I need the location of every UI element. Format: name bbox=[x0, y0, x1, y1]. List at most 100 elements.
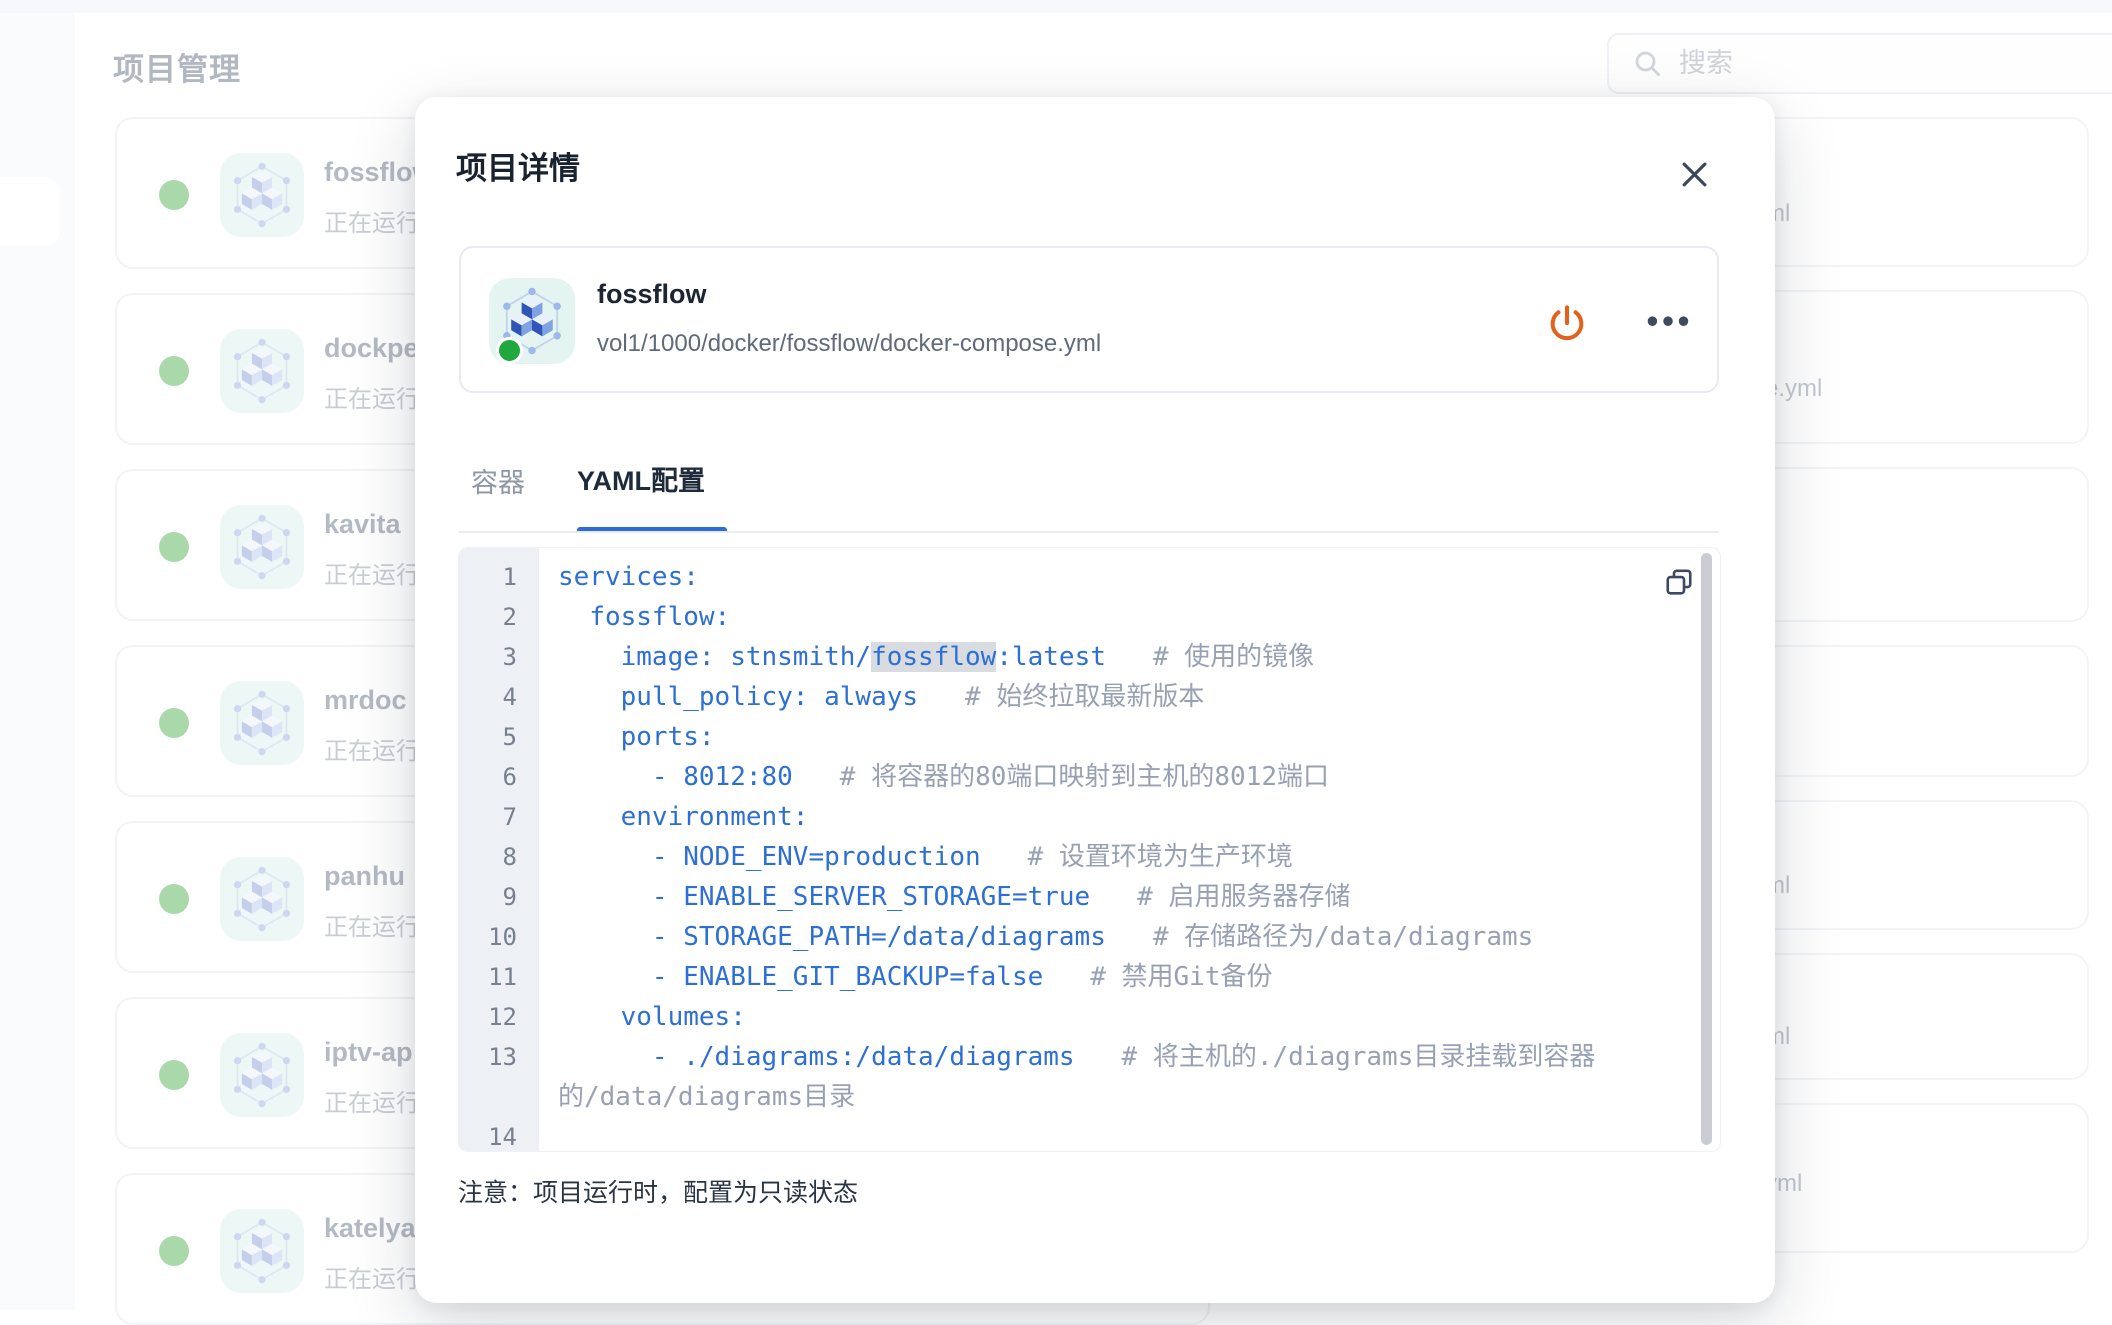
line-content: environment: bbox=[558, 797, 1608, 837]
project-name: kavita bbox=[324, 509, 401, 540]
code-line: 4 pull_policy: always # 始终拉取最新版本 bbox=[459, 677, 1720, 717]
project-name: iptv-ap bbox=[324, 1037, 413, 1068]
more-menu-button[interactable]: ••• bbox=[1639, 292, 1701, 350]
line-number: 5 bbox=[459, 717, 517, 757]
page-title: 项目管理 bbox=[113, 44, 241, 89]
line-content: image: stnsmith/fossflow:latest # 使用的镜像 bbox=[558, 637, 1608, 677]
code-line: 13 - ./diagrams:/data/diagrams # 将主机的./d… bbox=[459, 1037, 1720, 1117]
ellipsis-icon: ••• bbox=[1647, 302, 1694, 340]
project-status: 正在运行 bbox=[324, 731, 420, 766]
status-dot bbox=[159, 884, 189, 914]
status-dot bbox=[159, 1060, 189, 1090]
power-icon bbox=[1546, 303, 1588, 345]
copy-icon bbox=[1664, 567, 1694, 597]
project-logo bbox=[220, 681, 304, 765]
line-number: 13 bbox=[459, 1037, 517, 1077]
tab-divider bbox=[459, 531, 1719, 533]
cube-icon bbox=[228, 1217, 296, 1285]
line-content: - STORAGE_PATH=/data/diagrams # 存储路径为/da… bbox=[558, 917, 1608, 957]
line-content: - ENABLE_SERVER_STORAGE=true # 启用服务器存储 bbox=[558, 877, 1608, 917]
yaml-code-viewer: 1services:2 fossflow:3 image: stnsmith/f… bbox=[458, 547, 1721, 1152]
page: 项目管理 fossflow 正在运行 dockpe 正在运行 kavita 正在运行 mrd… bbox=[0, 0, 2112, 1310]
status-dot bbox=[159, 708, 189, 738]
code-line: 1 services: bbox=[459, 557, 1720, 597]
line-number: 10 bbox=[459, 917, 517, 957]
line-number: 1 bbox=[459, 557, 517, 597]
line-content: - ENABLE_GIT_BACKUP=false # 禁用Git备份 bbox=[558, 957, 1608, 997]
status-dot bbox=[159, 356, 189, 386]
stop-button[interactable] bbox=[1541, 298, 1593, 350]
project-status: 正在运行 bbox=[324, 555, 420, 590]
sidebar-active-item[interactable] bbox=[0, 177, 60, 246]
line-number: 14 bbox=[459, 1117, 517, 1152]
cube-icon bbox=[228, 865, 296, 933]
code-line: 12 volumes: bbox=[459, 997, 1720, 1037]
code-line: 14 bbox=[459, 1117, 1720, 1152]
readonly-note: 注意：项目运行时，配置为只读状态 bbox=[458, 1173, 858, 1209]
line-number: 12 bbox=[459, 997, 517, 1037]
cube-icon bbox=[228, 337, 296, 405]
close-button[interactable] bbox=[1670, 150, 1718, 198]
cube-icon bbox=[228, 161, 296, 229]
project-logo bbox=[220, 857, 304, 941]
project-details-modal: 项目详情 fossflow vol1/1000/docker/fossflow/… bbox=[415, 97, 1775, 1303]
search-input[interactable] bbox=[1679, 48, 2039, 79]
line-number: 4 bbox=[459, 677, 517, 717]
line-content: - NODE_ENV=production # 设置环境为生产环境 bbox=[558, 837, 1608, 877]
project-name: dockpe bbox=[324, 333, 419, 364]
project-name: mrdoc bbox=[324, 685, 407, 716]
project-status: 正在运行 bbox=[324, 1259, 420, 1294]
code-line: 8 - NODE_ENV=production # 设置环境为生产环境 bbox=[459, 837, 1720, 877]
line-content: fossflow: bbox=[558, 597, 1608, 637]
close-icon bbox=[1681, 161, 1708, 188]
code-line: 9 - ENABLE_SERVER_STORAGE=true # 启用服务器存储 bbox=[459, 877, 1720, 917]
line-content: volumes: bbox=[558, 997, 1608, 1037]
project-logo bbox=[220, 1033, 304, 1117]
line-content: - 8012:80 # 将容器的80端口映射到主机的8012端口 bbox=[558, 757, 1608, 797]
cube-icon bbox=[228, 1041, 296, 1109]
line-content: - ./diagrams:/data/diagrams # 将主机的./diag… bbox=[558, 1037, 1608, 1117]
project-logo bbox=[220, 505, 304, 589]
code-line: 10 - STORAGE_PATH=/data/diagrams # 存储路径为… bbox=[459, 917, 1720, 957]
project-name: katelya bbox=[324, 1213, 416, 1244]
code-line: 7 environment: bbox=[459, 797, 1720, 837]
project-path: vol1/1000/docker/fossflow/docker-compose… bbox=[597, 330, 1101, 358]
line-number: 11 bbox=[459, 957, 517, 997]
project-logo bbox=[220, 329, 304, 413]
code-scrollbar-thumb[interactable] bbox=[1701, 553, 1712, 1145]
cube-icon bbox=[228, 513, 296, 581]
code-lines: 1services:2 fossflow:3 image: stnsmith/f… bbox=[459, 557, 1720, 1152]
line-number: 3 bbox=[459, 637, 517, 677]
line-number: 8 bbox=[459, 837, 517, 877]
project-status: 正在运行 bbox=[324, 203, 420, 238]
project-name: fossflow bbox=[597, 279, 707, 310]
status-dot bbox=[159, 532, 189, 562]
line-number: 9 bbox=[459, 877, 517, 917]
project-name: panhu bbox=[324, 861, 405, 892]
copy-button[interactable] bbox=[1659, 562, 1699, 602]
project-logo bbox=[220, 153, 304, 237]
status-dot bbox=[159, 1236, 189, 1266]
code-line: 5 ports: bbox=[459, 717, 1720, 757]
tab-yaml-config[interactable]: YAML配置 bbox=[577, 459, 705, 498]
code-line: 3 image: stnsmith/fossflow:latest # 使用的镜… bbox=[459, 637, 1720, 677]
line-content: pull_policy: always # 始终拉取最新版本 bbox=[558, 677, 1608, 717]
project-summary-card: fossflow vol1/1000/docker/fossflow/docke… bbox=[459, 246, 1719, 393]
search-box[interactable] bbox=[1607, 33, 2112, 94]
modal-title: 项目详情 bbox=[456, 143, 580, 188]
project-logo bbox=[220, 1209, 304, 1293]
code-line: 2 fossflow: bbox=[459, 597, 1720, 637]
line-content: ports: bbox=[558, 717, 1608, 757]
top-strip bbox=[0, 0, 2112, 13]
line-content: services: bbox=[558, 557, 1608, 597]
project-status: 正在运行 bbox=[324, 907, 420, 942]
line-number: 6 bbox=[459, 757, 517, 797]
line-number: 7 bbox=[459, 797, 517, 837]
cube-icon bbox=[228, 689, 296, 757]
project-status: 正在运行 bbox=[324, 1083, 420, 1118]
status-dot bbox=[159, 180, 189, 210]
tab-containers[interactable]: 容器 bbox=[471, 461, 525, 500]
code-line: 6 - 8012:80 # 将容器的80端口映射到主机的8012端口 bbox=[459, 757, 1720, 797]
line-number: 2 bbox=[459, 597, 517, 637]
project-status: 正在运行 bbox=[324, 379, 420, 414]
